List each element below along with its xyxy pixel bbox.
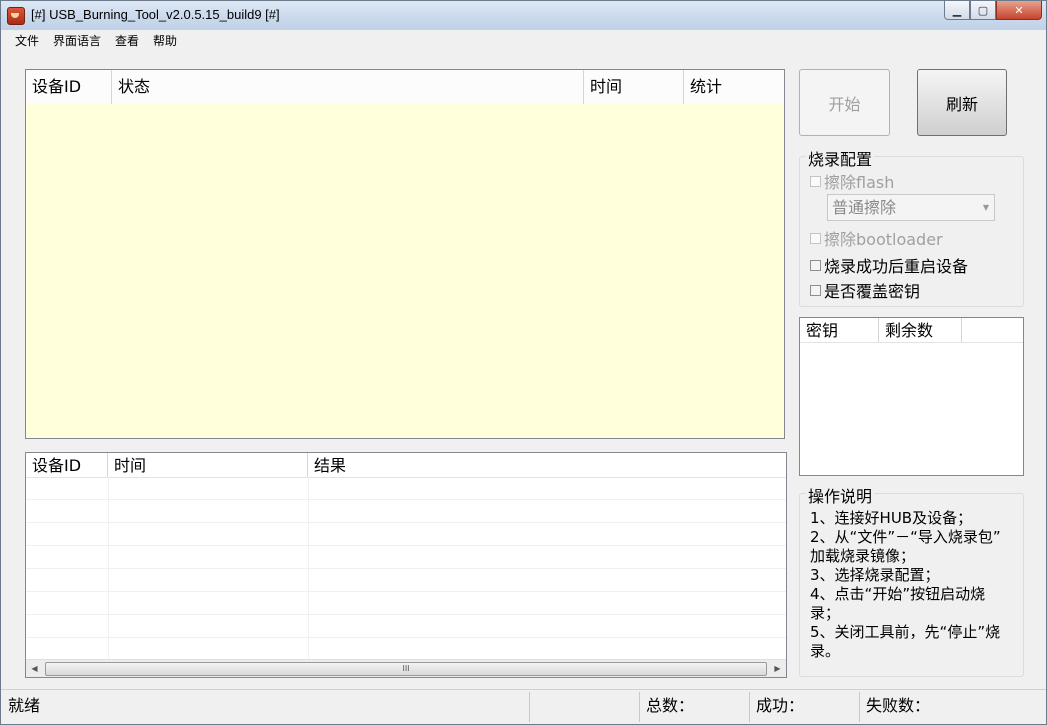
device-table[interactable]: 设备ID 状态 时间 统计 — [25, 69, 785, 439]
refresh-button[interactable]: 刷新 — [917, 69, 1007, 136]
key-table[interactable]: 密钥 剩余数 — [799, 317, 1024, 476]
window-title: [#] USB_Burning_Tool_v2.0.5.15_build9 [#… — [31, 7, 280, 22]
column-device-id[interactable]: 设备ID — [26, 453, 108, 477]
table-row — [26, 615, 786, 638]
menu-file[interactable]: 文件 — [1, 30, 45, 50]
scroll-left-icon[interactable]: ◀ — [26, 660, 43, 677]
status-bar: 就绪 总数： 成功： 失败数： — [1, 689, 1046, 724]
column-time[interactable]: 时间 — [584, 70, 684, 104]
table-row — [26, 592, 786, 615]
erase-bootloader-label: 擦除bootloader — [824, 230, 943, 249]
log-table[interactable]: 设备ID 时间 结果 ◀ III ▶ — [25, 452, 787, 678]
column-time[interactable]: 时间 — [108, 453, 308, 477]
chevron-down-icon: ▼ — [982, 203, 989, 212]
table-row — [26, 500, 786, 523]
column-key[interactable]: 密钥 — [800, 318, 879, 342]
scrollbar-thumb[interactable]: III — [45, 662, 767, 676]
reboot-after-label: 烧录成功后重启设备 — [824, 257, 969, 276]
window-controls: ▁ ▢ ✕ — [944, 1, 1042, 21]
checkbox-icon — [810, 284, 821, 296]
column-status[interactable]: 状态 — [112, 70, 584, 104]
overwrite-key-label: 是否覆盖密钥 — [824, 282, 921, 301]
app-window: [#] USB_Burning_Tool_v2.0.5.15_build9 [#… — [0, 0, 1047, 725]
horizontal-scrollbar[interactable]: ◀ III ▶ — [26, 659, 786, 677]
fail-count-label: 失败数： — [866, 696, 931, 715]
total-count-label: 总数： — [646, 696, 695, 715]
menu-bar: 文件 界面语言 查看 帮助 — [1, 30, 1046, 50]
reboot-after-checkbox[interactable]: 烧录成功后重启设备 — [810, 253, 968, 277]
table-row — [26, 477, 786, 500]
device-table-body[interactable] — [26, 104, 784, 438]
instruction-line: 录。 — [810, 642, 841, 660]
table-row — [26, 546, 786, 569]
status-separator — [529, 692, 530, 722]
status-text: 就绪 — [8, 696, 41, 715]
erase-mode-select[interactable]: 普通擦除 ▼ — [827, 194, 995, 221]
instruction-line: 3、选择烧录配置； — [810, 566, 940, 584]
instruction-line: 加载烧录镜像； — [810, 547, 916, 565]
column-stats[interactable]: 统计 — [684, 70, 784, 104]
start-button[interactable]: 开始 — [799, 69, 890, 136]
instruction-line: 1、连接好HUB及设备； — [810, 509, 973, 527]
app-icon — [7, 7, 25, 25]
key-table-header: 密钥 剩余数 — [800, 318, 1023, 343]
instruction-line: 录； — [810, 604, 841, 622]
table-row — [26, 638, 786, 661]
menu-language[interactable]: 界面语言 — [45, 30, 107, 50]
log-table-body[interactable] — [26, 477, 786, 661]
table-row — [26, 523, 786, 546]
instruction-line: 4、点击“开始”按钮启动烧 — [810, 585, 986, 603]
instruction-line: 2、从“文件”－“导入烧录包” — [810, 528, 1001, 546]
instruction-line: 5、关闭工具前，先“停止”烧 — [810, 623, 1001, 641]
erase-flash-checkbox[interactable]: 擦除flash — [810, 169, 894, 193]
log-table-header: 设备ID 时间 结果 — [26, 453, 786, 478]
checkbox-icon — [810, 259, 821, 271]
title-bar[interactable]: [#] USB_Burning_Tool_v2.0.5.15_build9 [#… — [1, 1, 1046, 30]
menu-help[interactable]: 帮助 — [145, 30, 183, 50]
erase-flash-label: 擦除flash — [824, 173, 895, 192]
column-device-id[interactable]: 设备ID — [26, 70, 112, 104]
close-icon[interactable]: ✕ — [996, 1, 1042, 20]
minimize-icon[interactable]: ▁ — [944, 1, 970, 20]
scroll-right-icon[interactable]: ▶ — [769, 660, 786, 677]
column-result[interactable]: 结果 — [308, 453, 508, 477]
success-count-label: 成功： — [756, 696, 805, 715]
erase-bootloader-checkbox[interactable]: 擦除bootloader — [810, 226, 943, 250]
overwrite-key-checkbox[interactable]: 是否覆盖密钥 — [810, 278, 920, 302]
maximize-icon[interactable]: ▢ — [970, 1, 996, 20]
instructions-group: 操作说明 1、连接好HUB及设备； 2、从“文件”－“导入烧录包” 加载烧录镜像… — [799, 483, 1024, 677]
menu-view[interactable]: 查看 — [107, 30, 145, 50]
erase-mode-value: 普通擦除 — [832, 198, 897, 217]
checkbox-icon — [810, 175, 821, 187]
checkbox-icon — [810, 232, 821, 244]
burn-config-title: 烧录配置 — [806, 146, 875, 170]
device-table-header: 设备ID 状态 时间 统计 — [26, 70, 784, 105]
column-remaining[interactable]: 剩余数 — [879, 318, 962, 342]
table-row — [26, 569, 786, 592]
instructions-title: 操作说明 — [806, 483, 875, 507]
